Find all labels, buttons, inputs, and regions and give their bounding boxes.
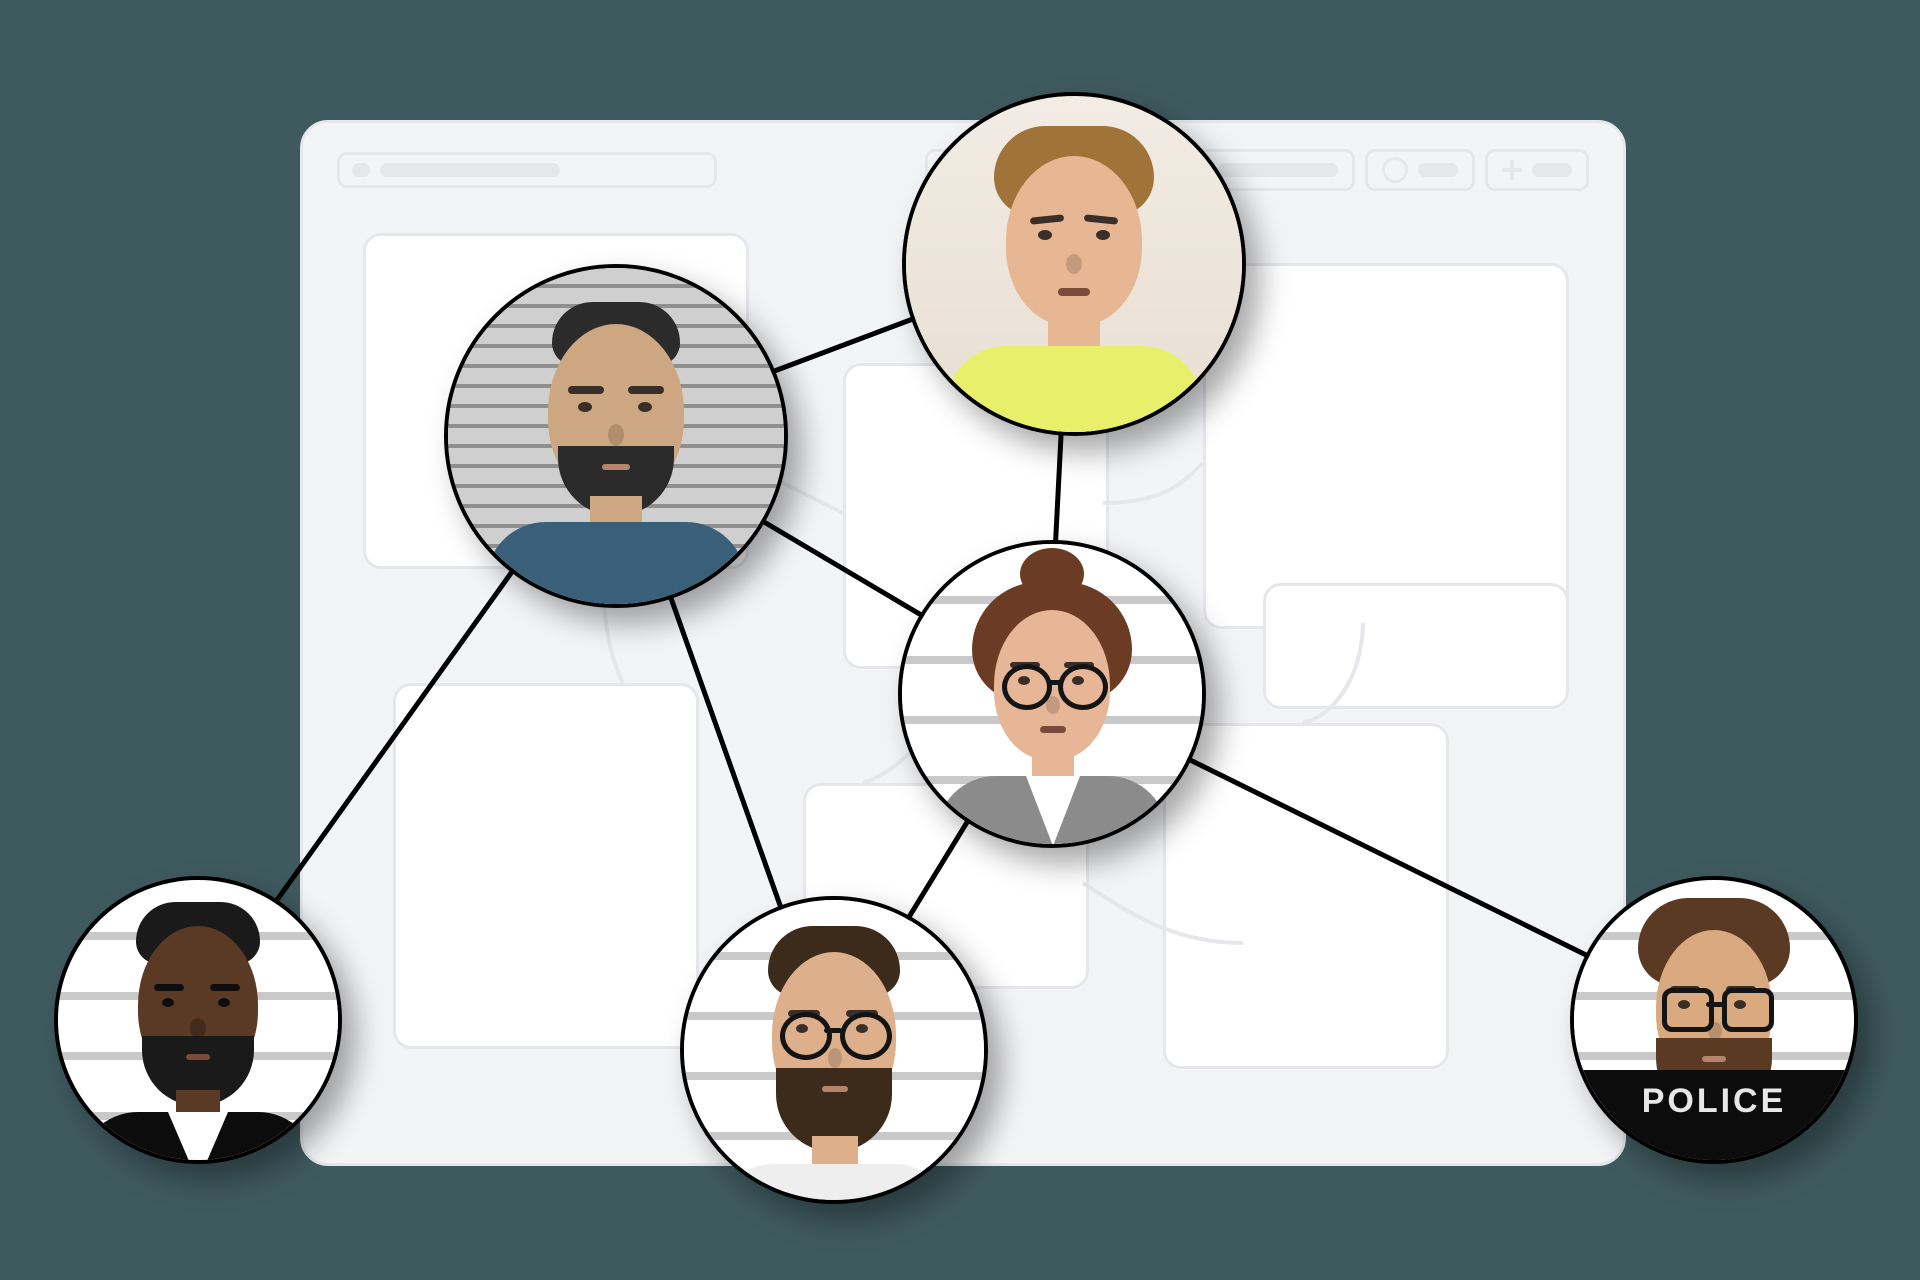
police-tag: POLICE [1574, 1070, 1854, 1160]
suspect-node-bottom-left[interactable] [54, 876, 342, 1164]
mugshot-portrait: POLICE [1574, 880, 1854, 1160]
suspect-node-mid-right[interactable] [898, 540, 1206, 848]
diagram-stage: POLICE [0, 0, 1920, 1280]
suspect-node-bottom-center[interactable] [680, 896, 988, 1204]
mugshot-portrait [684, 900, 984, 1200]
mugshot-portrait [58, 880, 338, 1160]
suspect-node-upper-center[interactable] [444, 264, 788, 608]
mugshot-portrait [448, 268, 784, 604]
mugshot-portrait [902, 544, 1202, 844]
suspect-node-top-right[interactable] [902, 92, 1246, 436]
suspect-node-bottom-right[interactable]: POLICE [1570, 876, 1858, 1164]
mugshot-portrait [906, 96, 1242, 432]
